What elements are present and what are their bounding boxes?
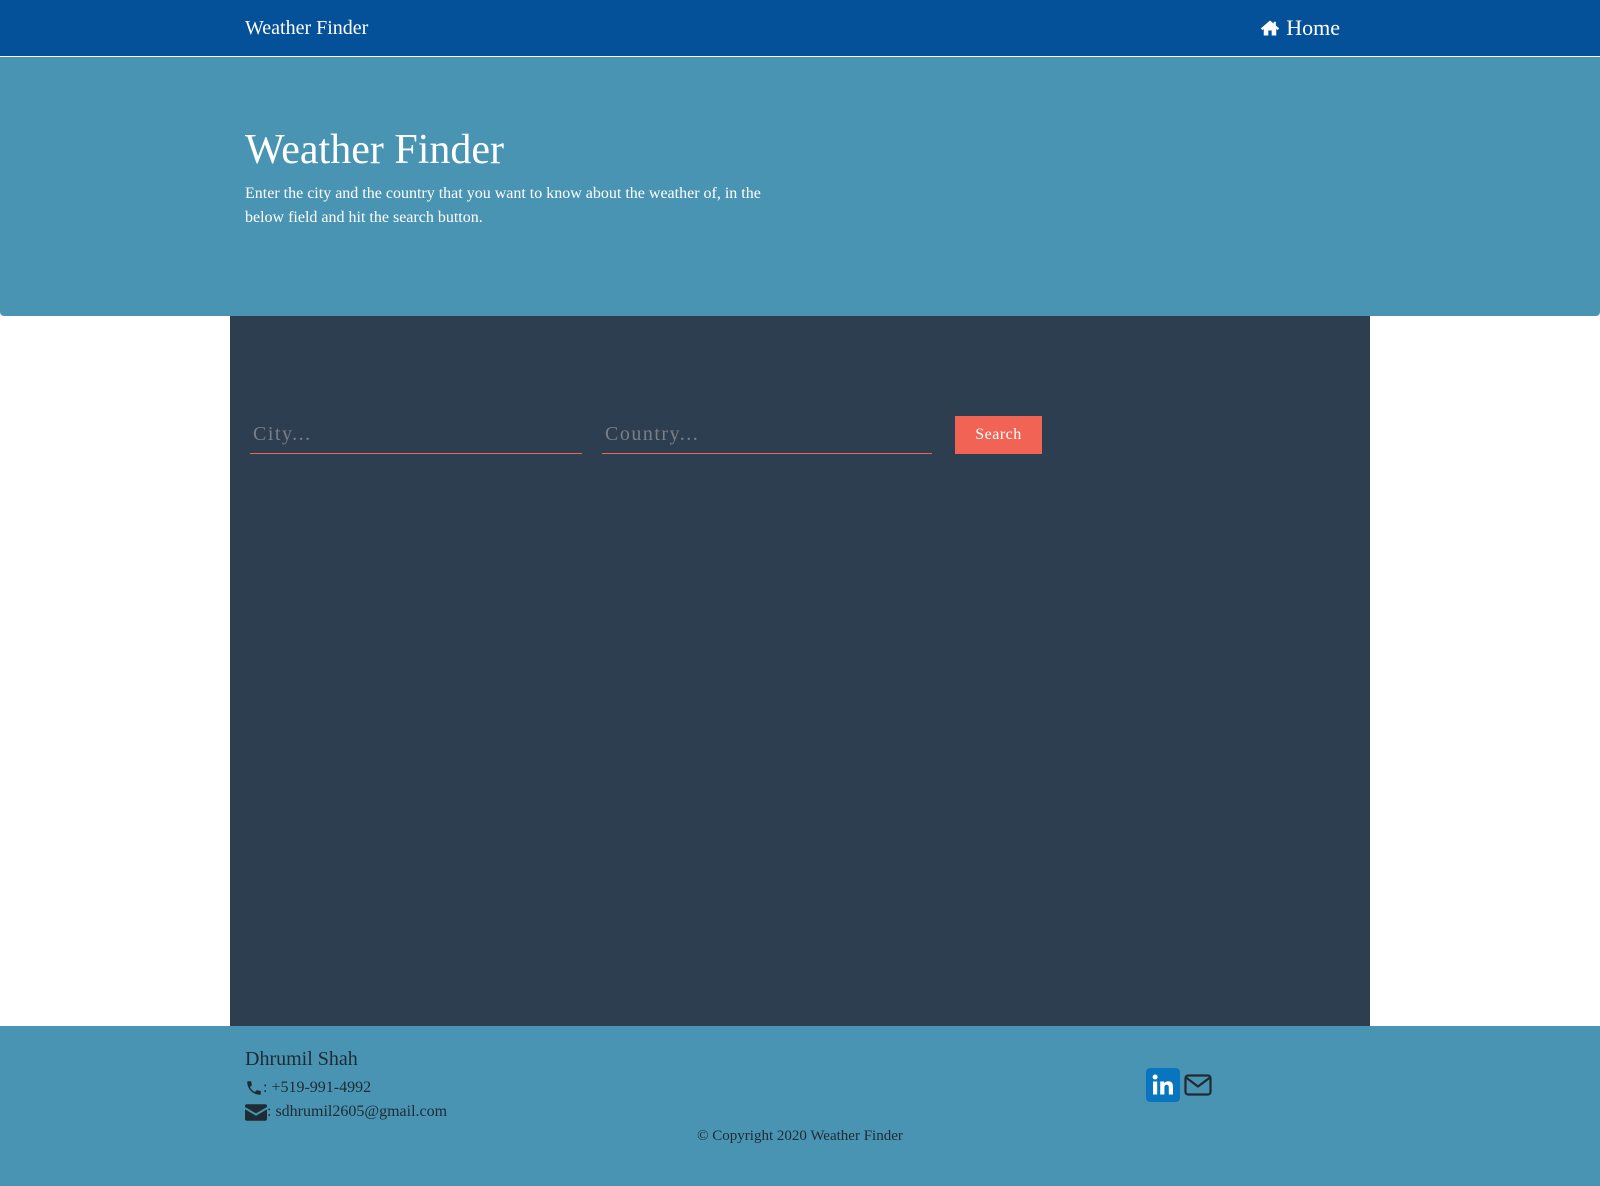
copyright-text: © Copyright 2020 Weather Finder [697,1128,903,1144]
contact-email: : sdhrumil2605@gmail.com [245,1102,451,1122]
envelope-icon [245,1103,267,1121]
home-icon [1260,18,1280,38]
city-input[interactable] [250,416,582,454]
page-title: Weather Finder [245,127,505,173]
phone-text: : +519-991-4992 [263,1079,372,1096]
mail-link[interactable] [1184,1074,1212,1096]
mail-icon [1184,1074,1212,1096]
phone-icon [245,1079,263,1097]
footer-author-name: Dhrumil Shah [245,1048,358,1070]
footer: Dhrumil Shah : +519-991-4992 : sdhrumil2… [0,1026,1600,1186]
hero-banner: Weather Finder Enter the city and the co… [0,57,1600,316]
search-form: Search [230,316,1370,516]
main-panel: Search [230,316,1370,1026]
contact-phone: : +519-991-4992 [245,1078,375,1098]
brand-link[interactable]: Weather Finder [245,16,368,40]
home-label: Home [1286,15,1340,40]
search-button[interactable]: Search [955,416,1042,454]
email-text: : sdhrumil2605@gmail.com [267,1103,448,1120]
country-input[interactable] [602,416,932,454]
home-link[interactable]: Home [1260,14,1340,42]
linkedin-link[interactable] [1146,1068,1180,1102]
linkedin-icon [1150,1072,1176,1098]
navbar: Weather Finder Home [0,0,1600,56]
hero-description: Enter the city and the country that you … [245,185,761,226]
social-links [1146,1068,1212,1102]
